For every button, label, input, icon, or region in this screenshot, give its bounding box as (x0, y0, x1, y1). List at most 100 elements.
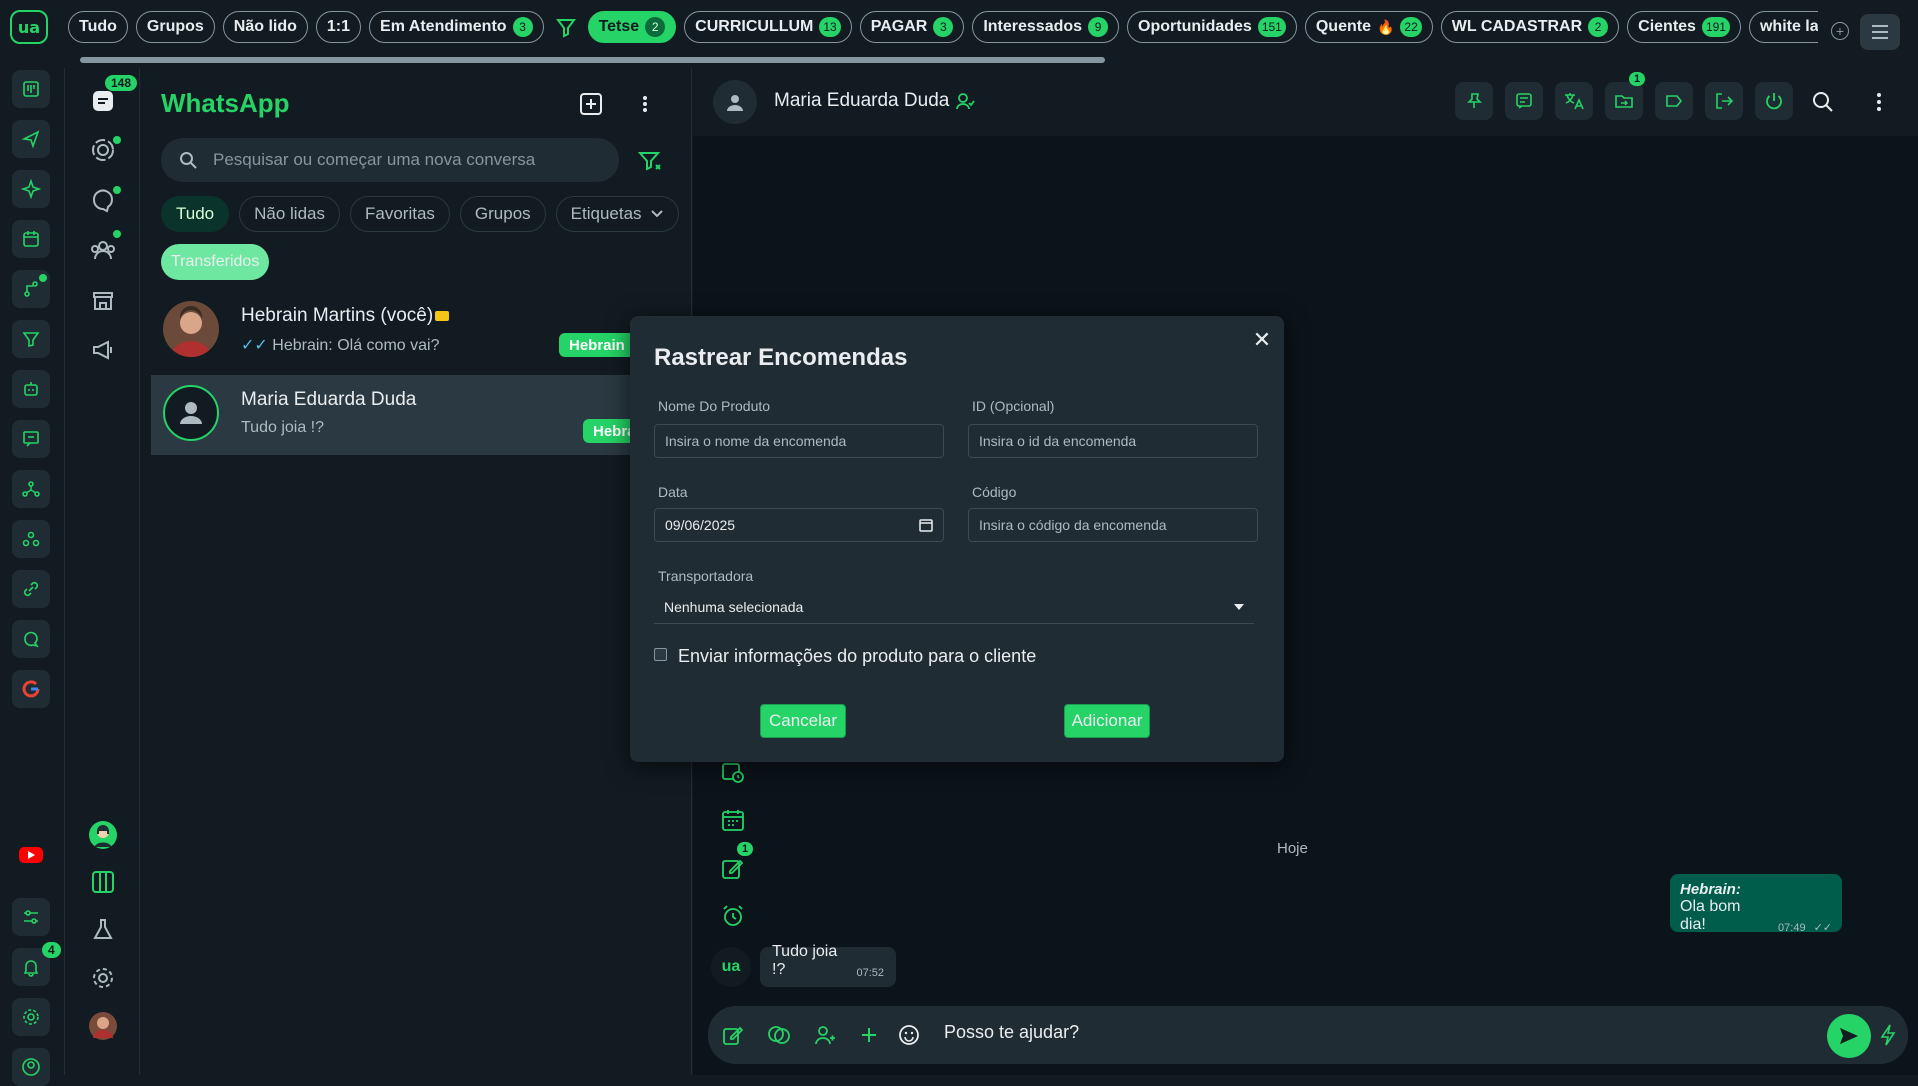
pill-tudo[interactable]: Tudo (161, 196, 230, 232)
filter-chip[interactable]: Oportunidades 151 (1127, 11, 1297, 43)
funnel-icon[interactable] (12, 320, 50, 358)
send-icon[interactable] (12, 120, 50, 158)
send-button[interactable] (1827, 1014, 1871, 1058)
search-icon[interactable] (1811, 90, 1835, 114)
link-icon[interactable] (12, 570, 50, 608)
alarm-icon[interactable] (717, 900, 749, 932)
calendar-grid-icon[interactable] (717, 804, 749, 836)
outgoing-message[interactable]: Hebrain: Ola bom dia! 07:49 ✓✓ (1670, 874, 1842, 934)
sliders-icon[interactable] (12, 898, 50, 936)
new-chat-icon[interactable] (577, 90, 605, 118)
date-input[interactable]: 09/06/2025 (654, 508, 944, 542)
settings-cog-icon[interactable] (12, 998, 50, 1036)
filter-chip[interactable]: Interessados 9 (972, 11, 1120, 43)
filter-chip[interactable]: Tetse 2 (587, 11, 677, 43)
label-icon[interactable] (1655, 82, 1693, 120)
send-info-checkbox-label[interactable]: Enviar informações do produto para o cli… (678, 646, 1036, 667)
chat-row-selected[interactable]: Maria Eduarda Duda Tudo joia !? Hebra (151, 375, 692, 455)
lightning-icon[interactable] (1873, 1020, 1903, 1050)
panel-menu-icon[interactable] (635, 90, 655, 118)
filter-chip[interactable]: Em Atendimento 3 (369, 11, 544, 43)
notes-icon[interactable] (1505, 82, 1543, 120)
order-id-input[interactable] (968, 424, 1258, 458)
filter-chip[interactable]: Quente 🔥 22 (1304, 11, 1433, 43)
assign-user-icon[interactable] (955, 91, 975, 111)
tracking-code-input[interactable] (968, 508, 1258, 542)
chip-scrollbar-thumb[interactable] (80, 57, 1105, 63)
app-logo[interactable]: ua (10, 10, 48, 44)
flow-icon[interactable] (12, 270, 50, 308)
chat-contact-name[interactable]: Maria Eduarda Duda (774, 90, 975, 112)
chat-row[interactable]: Hebrain Martins (você) ✓✓ Hebrain: Olá c… (151, 291, 692, 371)
translate-icon[interactable] (1555, 82, 1593, 120)
pill-grupos[interactable]: Grupos (459, 196, 546, 232)
chats-icon[interactable]: 148 (87, 75, 138, 117)
attach-plus-icon[interactable] (854, 1020, 884, 1050)
filter-chip[interactable]: WL CADASTRAR 2 (1440, 11, 1620, 43)
lab-flask-icon[interactable] (87, 914, 119, 946)
settings-icon[interactable] (87, 962, 119, 994)
filter-chip[interactable]: white label36 (1748, 11, 1818, 43)
send-info-checkbox[interactable] (654, 648, 667, 661)
product-name-input[interactable] (654, 424, 944, 458)
kanban-icon[interactable] (12, 70, 50, 108)
incoming-message[interactable]: Tudo joia !? 07:52 (760, 943, 896, 987)
exit-icon[interactable] (1705, 82, 1743, 120)
filter-chip[interactable]: Grupos (135, 11, 215, 43)
message-input[interactable] (944, 1022, 1844, 1043)
communities-icon[interactable] (87, 230, 121, 266)
webhook-icon[interactable] (12, 520, 50, 558)
filter-chip[interactable]: CURRICULLUM 13 (684, 11, 852, 43)
filter-chip[interactable]: Não lido (222, 11, 308, 43)
filter-chip-count: 3 (933, 17, 954, 37)
pill-etiquetas[interactable]: Etiquetas (555, 196, 679, 232)
quick-replies-icon[interactable] (764, 1020, 794, 1050)
filter-chip[interactable]: PAGAR 3 (859, 11, 965, 43)
carrier-select[interactable]: Nenhuma selecionada (654, 590, 1254, 624)
folder-transfer-icon[interactable]: 1 (1605, 72, 1646, 120)
bell-icon[interactable]: 4 (12, 942, 61, 986)
contact-avatar[interactable] (713, 80, 757, 124)
sparkle-icon[interactable] (12, 170, 50, 208)
pill-nao-lidas[interactable]: Não lidas (239, 196, 340, 232)
columns-icon[interactable] (87, 866, 119, 898)
add-button[interactable]: Adicionar (1064, 704, 1150, 738)
add-filter-icon[interactable]: + (1831, 22, 1849, 40)
filter-funnel-icon[interactable] (552, 11, 580, 43)
chat-search-icon[interactable] (12, 620, 50, 658)
filter-chip[interactable]: 1:1 (315, 11, 362, 43)
network-icon[interactable] (12, 470, 50, 508)
search-input[interactable] (213, 150, 593, 170)
megaphone-icon[interactable] (87, 334, 119, 366)
profile-circle-icon[interactable] (12, 1048, 50, 1086)
pill-favoritas[interactable]: Favoritas (350, 196, 450, 232)
bot-icon[interactable] (12, 370, 50, 408)
status-icon[interactable] (87, 134, 121, 166)
edit-note-icon[interactable]: 1 (717, 842, 754, 884)
pill-transferidos[interactable]: Transferidos (161, 244, 270, 280)
channels-icon[interactable] (87, 184, 121, 216)
compose-edit-icon[interactable] (718, 1020, 748, 1050)
google-icon[interactable] (12, 670, 50, 708)
filter-chip[interactable]: Tudo (68, 11, 128, 43)
hamburger-menu-icon[interactable] (1860, 14, 1900, 50)
power-icon[interactable] (1755, 82, 1793, 120)
calendar-icon[interactable] (919, 518, 933, 532)
chat-menu-icon[interactable] (1869, 90, 1889, 114)
store-icon[interactable] (87, 284, 119, 316)
ai-avatar[interactable] (87, 819, 119, 851)
contact-share-icon[interactable] (810, 1020, 840, 1050)
user-profile-avatar[interactable] (87, 1010, 119, 1042)
message-text: Tudo joia !? (772, 943, 838, 978)
sticker-icon[interactable] (894, 1020, 924, 1050)
close-icon[interactable]: ✕ (1250, 327, 1274, 352)
unread-filter-icon[interactable] (637, 148, 663, 174)
calendar-icon[interactable] (12, 220, 50, 258)
cancel-button[interactable]: Cancelar (760, 704, 846, 738)
pin-icon[interactable] (1455, 82, 1493, 120)
filter-chip[interactable]: Cientes 191 (1627, 11, 1741, 43)
message-box-icon[interactable] (12, 420, 50, 458)
chat-header: Maria Eduarda Duda 1 (693, 68, 1918, 136)
search-bar[interactable] (161, 138, 619, 182)
youtube-icon[interactable] (12, 836, 50, 874)
